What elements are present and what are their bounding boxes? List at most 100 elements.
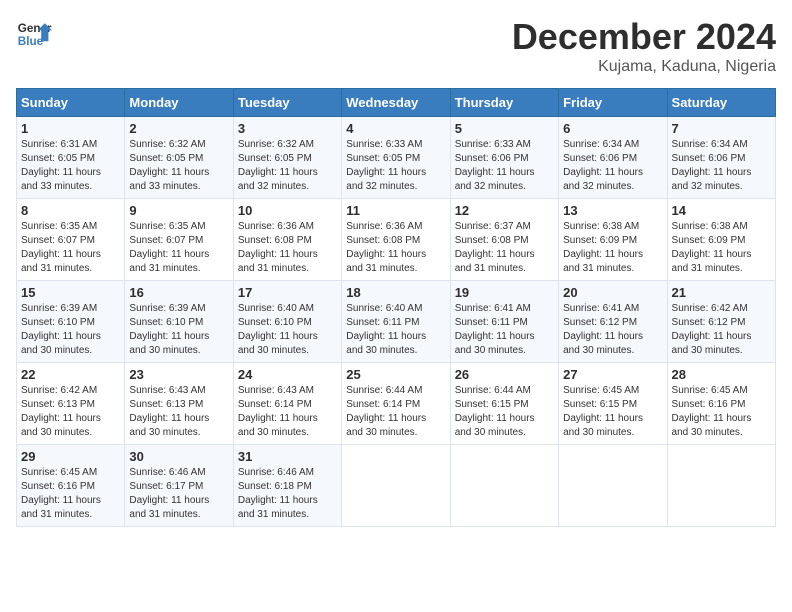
calendar-week-row: 15 Sunrise: 6:39 AMSunset: 6:10 PMDayligh… bbox=[17, 281, 776, 363]
calendar-cell: 9 Sunrise: 6:35 AMSunset: 6:07 PMDaylight… bbox=[125, 199, 233, 281]
day-info: Sunrise: 6:34 AMSunset: 6:06 PMDaylight:… bbox=[563, 138, 662, 194]
calendar-cell: 10 Sunrise: 6:36 AMSunset: 6:08 PMDayligh… bbox=[233, 199, 341, 281]
weekday-header: Monday bbox=[125, 89, 233, 117]
day-info: Sunrise: 6:44 AMSunset: 6:14 PMDaylight:… bbox=[346, 384, 445, 440]
day-number: 23 bbox=[129, 367, 228, 382]
location: Kujama, Kaduna, Nigeria bbox=[512, 58, 776, 76]
day-info: Sunrise: 6:35 AMSunset: 6:07 PMDaylight:… bbox=[129, 220, 228, 276]
day-info: Sunrise: 6:35 AMSunset: 6:07 PMDaylight:… bbox=[21, 220, 120, 276]
calendar-cell: 4 Sunrise: 6:33 AMSunset: 6:05 PMDaylight… bbox=[342, 117, 450, 199]
calendar-cell bbox=[667, 445, 775, 527]
day-number: 9 bbox=[129, 203, 228, 218]
day-number: 1 bbox=[21, 121, 120, 136]
day-number: 12 bbox=[455, 203, 554, 218]
day-info: Sunrise: 6:43 AMSunset: 6:14 PMDaylight:… bbox=[238, 384, 337, 440]
day-info: Sunrise: 6:36 AMSunset: 6:08 PMDaylight:… bbox=[346, 220, 445, 276]
calendar-cell: 25 Sunrise: 6:44 AMSunset: 6:14 PMDayligh… bbox=[342, 363, 450, 445]
calendar-cell: 2 Sunrise: 6:32 AMSunset: 6:05 PMDaylight… bbox=[125, 117, 233, 199]
logo: General Blue bbox=[16, 16, 52, 52]
calendar-cell bbox=[342, 445, 450, 527]
calendar-cell: 15 Sunrise: 6:39 AMSunset: 6:10 PMDayligh… bbox=[17, 281, 125, 363]
calendar-week-row: 29 Sunrise: 6:45 AMSunset: 6:16 PMDayligh… bbox=[17, 445, 776, 527]
month-title: December 2024 bbox=[512, 16, 776, 58]
day-info: Sunrise: 6:33 AMSunset: 6:06 PMDaylight:… bbox=[455, 138, 554, 194]
day-info: Sunrise: 6:33 AMSunset: 6:05 PMDaylight:… bbox=[346, 138, 445, 194]
calendar-cell: 13Sunrise: 6:38 AMSunset: 6:09 PMDayligh… bbox=[559, 199, 667, 281]
day-number: 26 bbox=[455, 367, 554, 382]
calendar-cell: 26 Sunrise: 6:44 AMSunset: 6:15 PMDayligh… bbox=[450, 363, 558, 445]
calendar-cell: 30 Sunrise: 6:46 AMSunset: 6:17 PMDayligh… bbox=[125, 445, 233, 527]
day-number: 30 bbox=[129, 449, 228, 464]
calendar-cell bbox=[559, 445, 667, 527]
day-info: Sunrise: 6:44 AMSunset: 6:15 PMDaylight:… bbox=[455, 384, 554, 440]
day-number: 19 bbox=[455, 285, 554, 300]
day-info: Sunrise: 6:36 AMSunset: 6:08 PMDaylight:… bbox=[238, 220, 337, 276]
weekday-header: Saturday bbox=[667, 89, 775, 117]
weekday-header-row: SundayMondayTuesdayWednesdayThursdayFrid… bbox=[17, 89, 776, 117]
weekday-header: Friday bbox=[559, 89, 667, 117]
day-number: 24 bbox=[238, 367, 337, 382]
day-number: 31 bbox=[238, 449, 337, 464]
day-number: 3 bbox=[238, 121, 337, 136]
day-number: 11 bbox=[346, 203, 445, 218]
svg-text:Blue: Blue bbox=[18, 35, 44, 48]
day-number: 16 bbox=[129, 285, 228, 300]
calendar-cell: 3 Sunrise: 6:32 AMSunset: 6:05 PMDaylight… bbox=[233, 117, 341, 199]
day-info: Sunrise: 6:46 AMSunset: 6:18 PMDaylight:… bbox=[238, 466, 337, 522]
day-number: 7 bbox=[672, 121, 771, 136]
day-info: Sunrise: 6:34 AMSunset: 6:06 PMDaylight:… bbox=[672, 138, 771, 194]
calendar-cell: 16 Sunrise: 6:39 AMSunset: 6:10 PMDayligh… bbox=[125, 281, 233, 363]
weekday-header: Sunday bbox=[17, 89, 125, 117]
day-number: 5 bbox=[455, 121, 554, 136]
day-number: 29 bbox=[21, 449, 120, 464]
page-header: General Blue December 2024 Kujama, Kadun… bbox=[16, 16, 776, 76]
calendar-cell: 14 Sunrise: 6:38 AMSunset: 6:09 PMDayligh… bbox=[667, 199, 775, 281]
day-number: 10 bbox=[238, 203, 337, 218]
calendar-cell: 12 Sunrise: 6:37 AMSunset: 6:08 PMDayligh… bbox=[450, 199, 558, 281]
weekday-header: Thursday bbox=[450, 89, 558, 117]
day-number: 20 bbox=[563, 285, 662, 300]
calendar-cell: 8 Sunrise: 6:35 AMSunset: 6:07 PMDaylight… bbox=[17, 199, 125, 281]
day-info: Sunrise: 6:39 AMSunset: 6:10 PMDaylight:… bbox=[21, 302, 120, 358]
calendar-cell: 6 Sunrise: 6:34 AMSunset: 6:06 PMDaylight… bbox=[559, 117, 667, 199]
calendar-cell: 22Sunrise: 6:42 AMSunset: 6:13 PMDayligh… bbox=[17, 363, 125, 445]
day-number: 21 bbox=[672, 285, 771, 300]
calendar-cell: 11 Sunrise: 6:36 AMSunset: 6:08 PMDayligh… bbox=[342, 199, 450, 281]
day-number: 15 bbox=[21, 285, 120, 300]
day-number: 6 bbox=[563, 121, 662, 136]
weekday-header: Tuesday bbox=[233, 89, 341, 117]
day-info: Sunrise: 6:32 AMSunset: 6:05 PMDaylight:… bbox=[129, 138, 228, 194]
logo-icon: General Blue bbox=[16, 16, 52, 52]
day-number: 28 bbox=[672, 367, 771, 382]
calendar-cell: 19 Sunrise: 6:41 AMSunset: 6:11 PMDayligh… bbox=[450, 281, 558, 363]
calendar-cell: 27Sunrise: 6:45 AMSunset: 6:15 PMDayligh… bbox=[559, 363, 667, 445]
calendar-week-row: 8 Sunrise: 6:35 AMSunset: 6:07 PMDaylight… bbox=[17, 199, 776, 281]
day-number: 25 bbox=[346, 367, 445, 382]
calendar-table: SundayMondayTuesdayWednesdayThursdayFrid… bbox=[16, 88, 776, 527]
day-number: 13 bbox=[563, 203, 662, 218]
day-info: Sunrise: 6:41 AMSunset: 6:12 PMDaylight:… bbox=[563, 302, 662, 358]
day-info: Sunrise: 6:45 AMSunset: 6:16 PMDaylight:… bbox=[21, 466, 120, 522]
calendar-cell: 23Sunrise: 6:43 AMSunset: 6:13 PMDayligh… bbox=[125, 363, 233, 445]
day-info: Sunrise: 6:32 AMSunset: 6:05 PMDaylight:… bbox=[238, 138, 337, 194]
day-info: Sunrise: 6:41 AMSunset: 6:11 PMDaylight:… bbox=[455, 302, 554, 358]
day-number: 8 bbox=[21, 203, 120, 218]
calendar-cell: 28Sunrise: 6:45 AMSunset: 6:16 PMDayligh… bbox=[667, 363, 775, 445]
day-number: 4 bbox=[346, 121, 445, 136]
day-info: Sunrise: 6:46 AMSunset: 6:17 PMDaylight:… bbox=[129, 466, 228, 522]
day-info: Sunrise: 6:31 AMSunset: 6:05 PMDaylight:… bbox=[21, 138, 120, 194]
day-info: Sunrise: 6:37 AMSunset: 6:08 PMDaylight:… bbox=[455, 220, 554, 276]
calendar-week-row: 1 Sunrise: 6:31 AMSunset: 6:05 PMDaylight… bbox=[17, 117, 776, 199]
day-number: 14 bbox=[672, 203, 771, 218]
day-info: Sunrise: 6:38 AMSunset: 6:09 PMDaylight:… bbox=[672, 220, 771, 276]
calendar-cell: 20 Sunrise: 6:41 AMSunset: 6:12 PMDayligh… bbox=[559, 281, 667, 363]
day-number: 2 bbox=[129, 121, 228, 136]
weekday-header: Wednesday bbox=[342, 89, 450, 117]
calendar-cell: 31 Sunrise: 6:46 AMSunset: 6:18 PMDayligh… bbox=[233, 445, 341, 527]
calendar-cell: 17Sunrise: 6:40 AMSunset: 6:10 PMDayligh… bbox=[233, 281, 341, 363]
calendar-cell: 24 Sunrise: 6:43 AMSunset: 6:14 PMDayligh… bbox=[233, 363, 341, 445]
day-info: Sunrise: 6:42 AMSunset: 6:13 PMDaylight:… bbox=[21, 384, 120, 440]
calendar-cell: 7 Sunrise: 6:34 AMSunset: 6:06 PMDaylight… bbox=[667, 117, 775, 199]
day-info: Sunrise: 6:40 AMSunset: 6:11 PMDaylight:… bbox=[346, 302, 445, 358]
day-info: Sunrise: 6:39 AMSunset: 6:10 PMDaylight:… bbox=[129, 302, 228, 358]
